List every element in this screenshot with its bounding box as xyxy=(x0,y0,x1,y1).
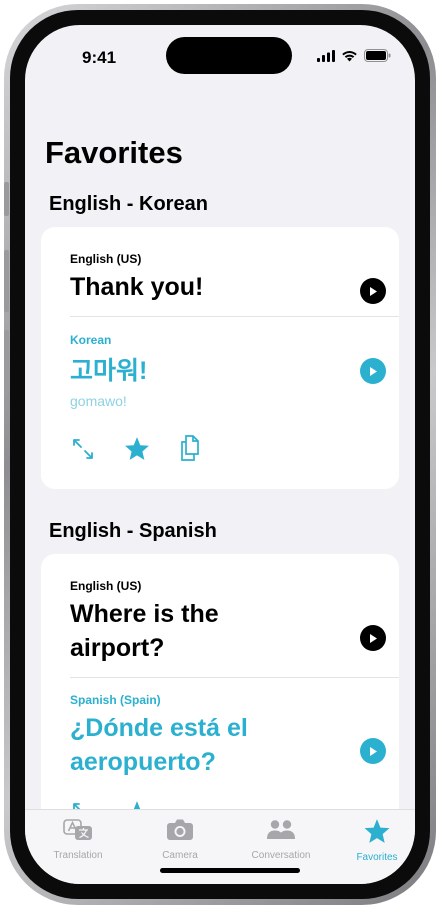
people-icon xyxy=(267,820,295,839)
favorite-card-english-korean: English (US) Thank you! Korean 고마워! goma… xyxy=(41,227,399,489)
play-icon xyxy=(370,746,377,756)
page-title: Favorites xyxy=(45,135,183,170)
source-phrase: Thank you! xyxy=(70,273,204,301)
play-icon xyxy=(370,366,377,376)
status-icons xyxy=(317,49,391,62)
play-icon xyxy=(370,633,377,643)
translated-phrase-line-2: aeropuerto? xyxy=(70,748,216,776)
copy-icon[interactable] xyxy=(179,435,201,461)
dynamic-island xyxy=(166,37,292,74)
home-indicator xyxy=(160,868,300,873)
expand-icon[interactable] xyxy=(72,438,94,460)
source-phrase-line-1: Where is the xyxy=(70,600,219,628)
target-language-label: Korean xyxy=(70,333,112,347)
play-source-button[interactable] xyxy=(360,625,386,651)
star-icon xyxy=(364,819,390,843)
section-heading-english-spanish: English - Spanish xyxy=(49,520,217,542)
translated-phrase-line-1: ¿Dónde está el xyxy=(70,714,248,742)
volume-down-button xyxy=(4,330,9,392)
play-translation-button[interactable] xyxy=(360,358,386,384)
star-filled-icon[interactable] xyxy=(124,436,150,461)
tab-translation[interactable]: Translation xyxy=(33,818,123,861)
screen: 9:41 Favorites English - Korean English … xyxy=(25,25,415,884)
play-icon xyxy=(370,286,377,296)
status-bar: 9:41 xyxy=(25,25,415,79)
tab-label: Conversation xyxy=(251,850,311,861)
play-source-button[interactable] xyxy=(360,278,386,304)
volume-up-button xyxy=(4,250,9,312)
source-language-label: English (US) xyxy=(70,252,142,266)
section-heading-english-korean: English - Korean xyxy=(49,193,208,215)
card-divider xyxy=(70,677,399,678)
tab-conversation[interactable]: Conversation xyxy=(236,818,326,861)
tab-label: Favorites xyxy=(356,852,398,863)
status-time: 9:41 xyxy=(82,48,117,67)
play-translation-button[interactable] xyxy=(360,738,386,764)
cellular-signal-icon xyxy=(317,49,335,62)
phone-frame: 9:41 Favorites English - Korean English … xyxy=(4,4,436,905)
wifi-icon xyxy=(342,50,357,61)
card-divider xyxy=(70,316,399,317)
camera-icon xyxy=(167,819,193,840)
romanization-text: gomawo! xyxy=(70,393,127,409)
target-language-label: Spanish (Spain) xyxy=(70,693,161,707)
tab-favorites[interactable]: Favorites xyxy=(332,818,415,863)
battery-icon xyxy=(364,49,391,62)
source-language-label: English (US) xyxy=(70,579,142,593)
tab-camera[interactable]: Camera xyxy=(135,818,225,861)
action-button xyxy=(4,182,9,216)
tab-label: Translation xyxy=(53,850,103,861)
translate-icon xyxy=(63,819,92,840)
tab-label: Camera xyxy=(162,850,198,861)
translated-phrase: 고마워! xyxy=(70,357,148,385)
source-phrase-line-2: airport? xyxy=(70,634,165,662)
